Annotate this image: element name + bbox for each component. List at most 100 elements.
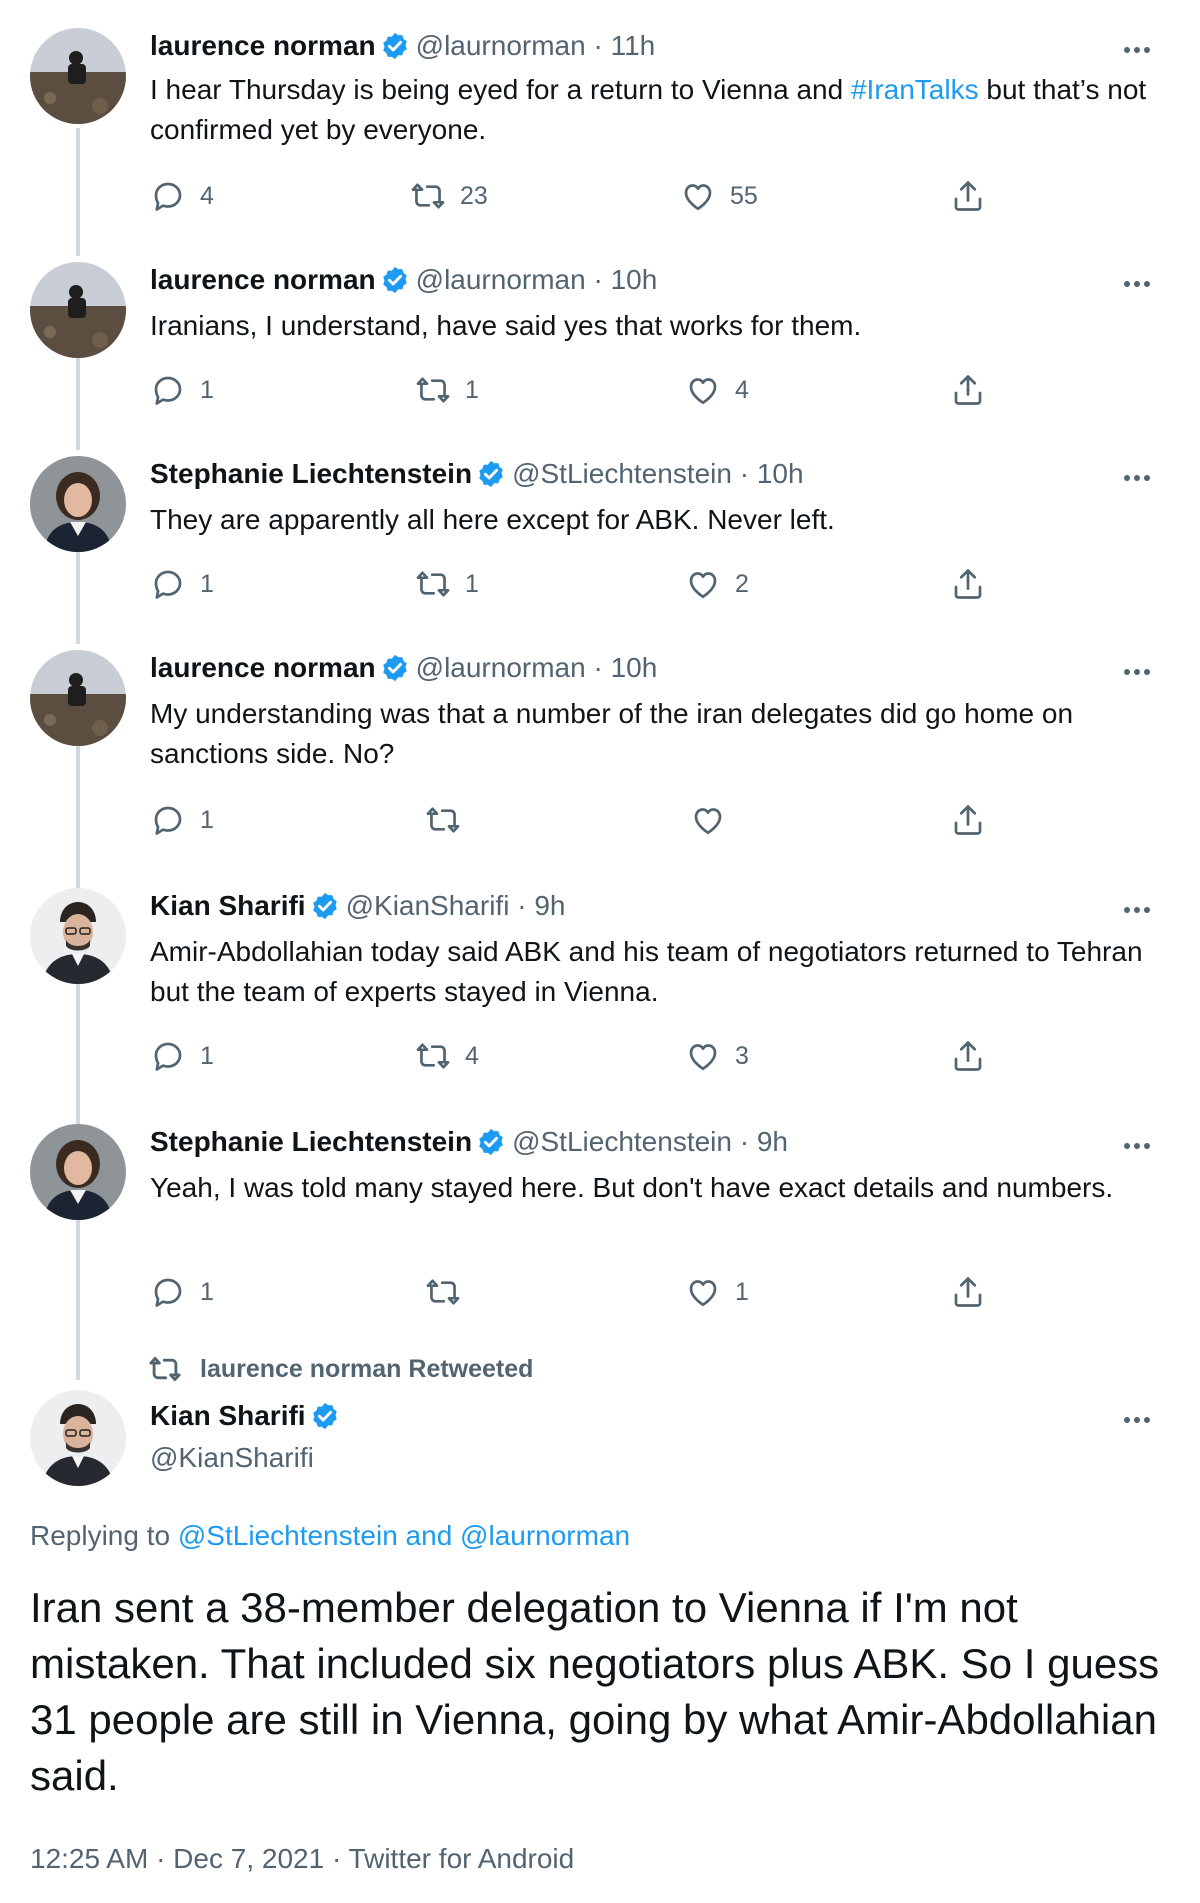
more-options-icon[interactable] <box>1124 1136 1160 1156</box>
reply-icon <box>154 570 182 599</box>
timestamp[interactable]: 10h <box>611 652 658 683</box>
share-button[interactable] <box>950 564 986 604</box>
reply-count: 4 <box>200 181 214 210</box>
more-options-icon[interactable] <box>1124 662 1160 682</box>
heart-icon <box>684 184 712 211</box>
more-options-icon[interactable] <box>1124 274 1160 294</box>
reply-button[interactable]: 1 <box>150 1036 214 1076</box>
more-options-icon[interactable] <box>1124 1410 1160 1430</box>
share-button[interactable] <box>950 1272 986 1312</box>
thread-line <box>76 1196 80 1380</box>
avatar[interactable] <box>30 262 126 358</box>
author-handle[interactable]: @KianSharifi <box>346 890 510 921</box>
reply-icon <box>154 1278 182 1307</box>
avatar[interactable] <box>30 888 126 984</box>
tweet-actions: 1 4 3 <box>150 1036 1020 1076</box>
timestamp[interactable]: 11h <box>611 30 656 61</box>
avatar[interactable] <box>30 28 126 124</box>
like-button[interactable] <box>690 800 740 840</box>
author-name[interactable]: laurence norman <box>150 652 376 683</box>
author-name[interactable]: laurence norman <box>150 30 376 61</box>
author-name[interactable]: Stephanie Liechtenstein <box>150 458 472 489</box>
separator: · <box>593 30 603 61</box>
reply-count: 1 <box>200 375 214 404</box>
verified-badge-icon <box>312 1402 337 1430</box>
retweet-button[interactable]: 4 <box>415 1036 479 1076</box>
like-button[interactable]: 3 <box>685 1036 749 1076</box>
share-icon <box>954 181 982 211</box>
author-name[interactable]: laurence norman <box>150 264 376 295</box>
tweet-text: Amir-Abdollahian today said ABK and his … <box>150 936 1143 1007</box>
reply-button[interactable]: 1 <box>150 1272 214 1312</box>
share-button[interactable] <box>950 800 986 840</box>
more-options-icon[interactable] <box>1124 900 1160 920</box>
author-handle[interactable]: @StLiechtenstein <box>512 1126 732 1157</box>
retweet-button[interactable] <box>425 1272 475 1312</box>
retweet-icon <box>426 807 460 833</box>
mention-link[interactable]: @laurnorman <box>460 1520 630 1551</box>
reply-button[interactable]: 1 <box>150 800 214 840</box>
reply-button[interactable]: 1 <box>150 564 214 604</box>
timestamp[interactable]: 9h <box>757 1126 788 1157</box>
tweet-text: Yeah, I was told many stayed here. But d… <box>150 1172 1114 1203</box>
heart-icon <box>689 1044 717 1071</box>
timestamp[interactable]: 10h <box>611 264 658 295</box>
reply-icon <box>154 182 182 211</box>
separator: · <box>517 890 527 921</box>
more-options-icon[interactable] <box>1124 468 1160 488</box>
replying-to: Replying to @StLiechtenstein and @laurno… <box>30 1520 630 1552</box>
replying-and: and <box>397 1520 461 1551</box>
thread-line <box>76 128 80 256</box>
like-button[interactable]: 4 <box>685 370 749 410</box>
author-handle[interactable]: @KianSharifi <box>150 1442 314 1474</box>
avatar[interactable] <box>30 1124 126 1220</box>
share-button[interactable] <box>950 370 986 410</box>
retweet-button[interactable]: 1 <box>415 564 479 604</box>
author-handle[interactable]: @laurnorman <box>416 30 586 61</box>
heart-icon <box>689 378 717 405</box>
retweet-button[interactable] <box>425 800 475 840</box>
retweet-button[interactable]: 23 <box>410 176 488 216</box>
retweeted-by-text: laurence norman Retweeted <box>200 1354 534 1383</box>
verified-badge-icon <box>479 1128 503 1156</box>
verified-badge-icon <box>479 460 503 488</box>
heart-icon <box>689 1280 717 1307</box>
author-handle[interactable]: @laurnorman <box>416 264 586 295</box>
share-button[interactable] <box>950 1036 986 1076</box>
like-button[interactable]: 55 <box>680 176 758 216</box>
share-icon <box>954 1277 982 1307</box>
like-count: 4 <box>735 375 749 404</box>
twitter-thread: laurence norman @laurnorman · 11h I hear … <box>0 0 1200 1903</box>
hashtag-link[interactable]: #IranTalks <box>851 74 979 105</box>
avatar[interactable] <box>30 456 126 552</box>
timestamp[interactable]: 9h <box>534 890 565 921</box>
like-button[interactable]: 1 <box>685 1272 749 1312</box>
avatar[interactable] <box>30 650 126 746</box>
author-name[interactable]: Stephanie Liechtenstein <box>150 1126 472 1157</box>
verified-badge-icon <box>382 654 407 682</box>
share-button[interactable] <box>950 176 986 216</box>
author-handle[interactable]: @laurnorman <box>416 652 586 683</box>
author-name[interactable]: Kian Sharifi <box>150 890 306 921</box>
like-count: 55 <box>730 181 758 210</box>
retweet-icon <box>416 1043 450 1069</box>
reply-icon <box>154 376 182 405</box>
more-options-icon[interactable] <box>1124 40 1160 60</box>
retweet-button[interactable]: 1 <box>415 370 479 410</box>
share-icon <box>954 375 982 405</box>
reply-button[interactable]: 1 <box>150 370 214 410</box>
author-name[interactable]: Kian Sharifi <box>150 1400 306 1431</box>
heart-icon <box>689 572 717 599</box>
retweeted-by-label[interactable]: laurence norman Retweeted <box>148 1352 533 1386</box>
timestamp[interactable]: 10h <box>757 458 804 489</box>
tweet-timestamp[interactable]: 12:25 AM · Dec 7, 2021 · Twitter for And… <box>30 1843 574 1875</box>
mention-link[interactable]: @StLiechtenstein <box>178 1520 398 1551</box>
verified-badge-icon <box>312 892 337 920</box>
avatar[interactable] <box>30 1390 126 1486</box>
reply-button[interactable]: 4 <box>150 176 214 216</box>
tweet-actions: 4 23 55 <box>150 176 1020 216</box>
like-count: 2 <box>735 569 749 598</box>
like-button[interactable]: 2 <box>685 564 749 604</box>
author-handle[interactable]: @StLiechtenstein <box>512 458 732 489</box>
like-count: 3 <box>735 1041 749 1070</box>
